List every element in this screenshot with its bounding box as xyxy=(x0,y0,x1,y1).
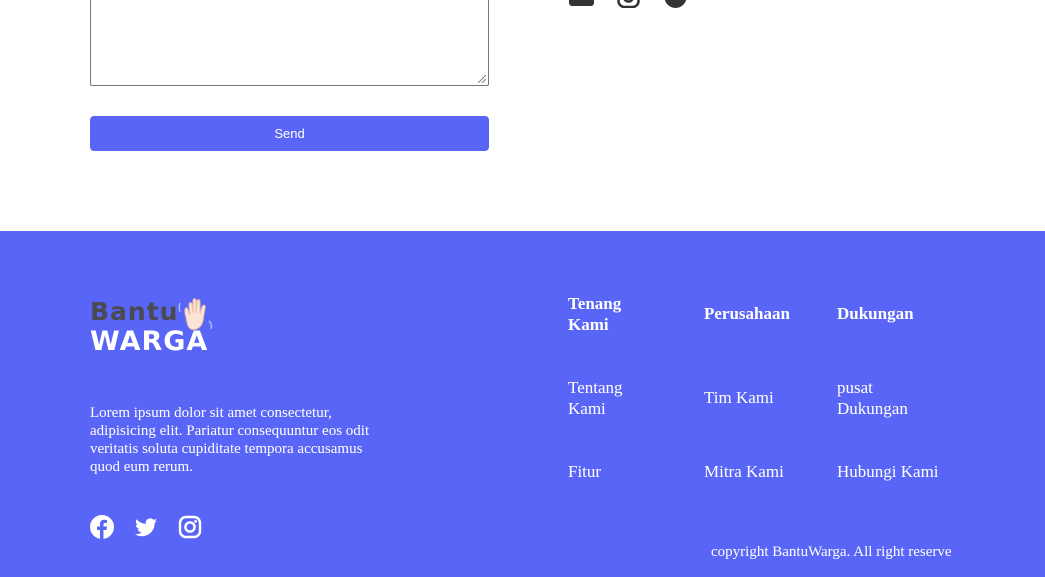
message-textarea[interactable] xyxy=(90,0,489,86)
column-heading: Tenang Kami xyxy=(568,294,622,334)
contact-social-icons xyxy=(568,0,736,8)
logo-text-bantu: Bantu xyxy=(90,297,179,326)
twitter-icon[interactable] xyxy=(709,0,736,8)
footer-link-tentang-kami[interactable]: Tentang Kami xyxy=(568,377,658,419)
footer-link-hubungi-kami[interactable]: Hubungi Kami xyxy=(837,461,939,482)
email-icon[interactable] xyxy=(568,0,595,8)
column-heading: Perusahaan xyxy=(704,304,790,323)
footer-link-mitra-kami[interactable]: Mitra Kami xyxy=(704,461,784,482)
bantuwarga-logo[interactable]: Bantu WARGA xyxy=(90,297,213,357)
site-footer: Bantu WARGA Lorem ipsum dolor sit amet c… xyxy=(0,231,1045,577)
copyright-text: copyright BantuWarga. All right reserve xyxy=(711,544,952,560)
instagram-icon[interactable] xyxy=(615,0,642,8)
facebook-icon[interactable] xyxy=(662,0,689,8)
send-button[interactable]: Send xyxy=(90,116,489,151)
column-heading: Dukungan xyxy=(837,304,914,323)
footer-social-icons xyxy=(90,515,202,539)
facebook-icon[interactable] xyxy=(90,515,114,539)
resize-handle[interactable] xyxy=(478,75,486,83)
waving-hand-icon xyxy=(178,298,213,330)
instagram-icon[interactable] xyxy=(178,515,202,539)
twitter-icon[interactable] xyxy=(134,515,158,539)
footer-link-pusat-dukungan[interactable]: pusat Dukungan xyxy=(837,377,927,419)
footer-link-tim-kami[interactable]: Tim Kami xyxy=(704,387,774,408)
footer-link-fitur[interactable]: Fitur xyxy=(568,461,601,482)
footer-description: Lorem ipsum dolor sit amet consectetur, … xyxy=(90,405,370,475)
